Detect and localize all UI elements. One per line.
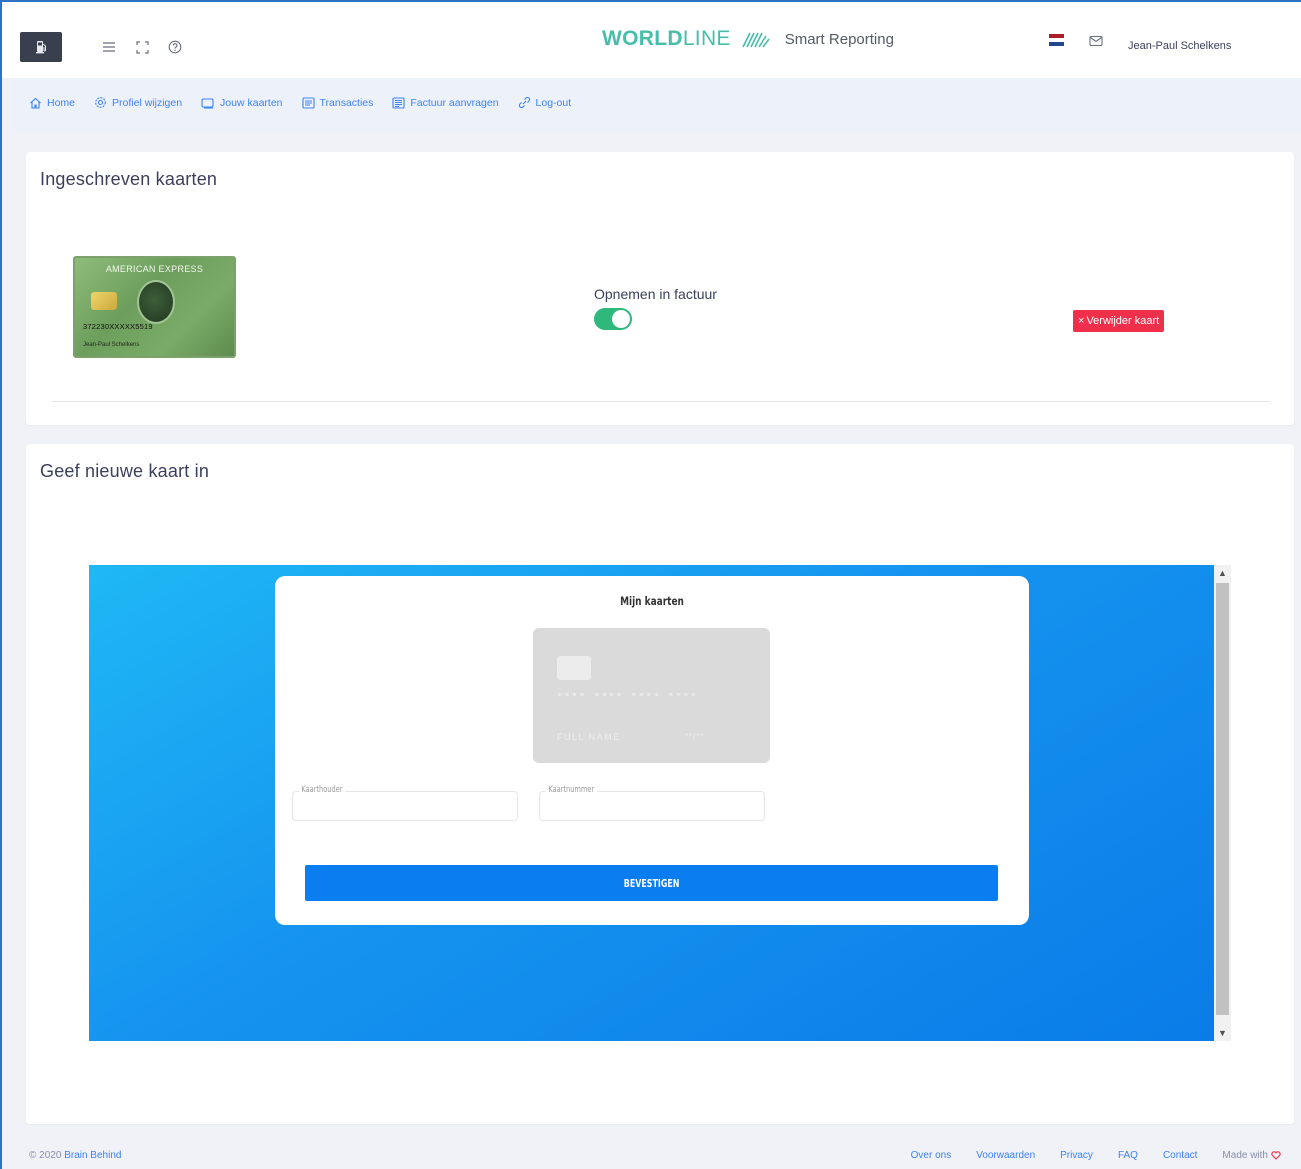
heart-icon <box>1271 1151 1281 1160</box>
card-chip-icon <box>91 292 117 310</box>
flag-stripe-blue <box>1049 42 1064 46</box>
nav-item-label: Jouw kaarten <box>220 96 283 109</box>
form-title: Mijn kaarten <box>620 594 684 608</box>
include-invoice-toggle[interactable] <box>594 308 632 330</box>
footer: © 2020 Brain Behind Over ons Voorwaarden… <box>12 1141 1301 1169</box>
card-icon <box>201 97 214 109</box>
card-preview-expiry: **/** <box>685 732 705 741</box>
mail-icon[interactable] <box>1087 32 1105 50</box>
nav-item-kaarten[interactable]: Jouw kaarten <box>201 96 283 109</box>
home-icon <box>30 97 41 109</box>
nav-item-label: Home <box>47 96 76 109</box>
fuel-pump-icon <box>36 41 46 54</box>
amex-card-image: AMERICAN EXPRESS 372230XXXXX5519 Jean-Pa… <box>73 256 236 358</box>
menu-icon[interactable] <box>100 38 118 56</box>
registered-cards-panel: Ingeschreven kaarten AMERICAN EXPRESS 37… <box>26 152 1294 425</box>
brain-behind-link[interactable]: Brain Behind <box>64 1150 121 1161</box>
card-holder: Jean-Paul Schelkens <box>83 342 140 348</box>
scroll-thumb[interactable] <box>1216 583 1229 1015</box>
card-number: 372230XXXXX5519 <box>83 322 153 331</box>
help-icon[interactable] <box>166 38 184 56</box>
nav-bar: Home Profiel wijzigen Jouw kaarten Trans… <box>12 78 1301 132</box>
nav-item-transacties[interactable]: Transacties <box>301 96 374 109</box>
user-name[interactable]: Jean-Paul Schelkens <box>1128 40 1231 52</box>
copyright: © 2020 Brain Behind <box>29 1150 122 1161</box>
confirm-button[interactable]: BEVESTIGEN <box>305 865 998 901</box>
scroll-up-icon[interactable]: ▲ <box>1214 565 1231 581</box>
footer-links: Over ons Voorwaarden Privacy FAQ Contact… <box>911 1150 1281 1161</box>
panel-title: Ingeschreven kaarten <box>40 169 218 189</box>
confirm-label: BEVESTIGEN <box>623 876 680 890</box>
nav-item-logout[interactable]: Log-out <box>518 96 572 109</box>
brand-logo: WORLDLINE Smart Reporting <box>602 24 894 54</box>
brand-subtitle: Smart Reporting <box>784 30 894 48</box>
divider <box>52 401 1270 402</box>
footer-link-over-ons[interactable]: Over ons <box>911 1150 952 1161</box>
language-flag-icon[interactable] <box>1049 34 1064 46</box>
invoice-icon <box>392 96 405 109</box>
nav-item-label: Factuur aanvragen <box>410 96 499 109</box>
worldline-waves-icon <box>742 32 770 48</box>
footer-link-contact[interactable]: Contact <box>1163 1150 1197 1161</box>
centurion-icon <box>137 280 175 324</box>
nav-item-profiel[interactable]: Profiel wijzigen <box>94 96 182 109</box>
card-number-field: Kaartnummer <box>539 785 765 821</box>
card-form: Mijn kaarten **** **** **** **** FULL NA… <box>275 576 1029 925</box>
card-number-input[interactable] <box>540 792 764 820</box>
card-preview-name: FULL NAME <box>557 732 621 742</box>
nav-item-label: Profiel wijzigen <box>112 96 183 109</box>
card-holder-field: Kaarthouder <box>292 785 518 821</box>
scroll-down-icon[interactable]: ▼ <box>1214 1025 1231 1041</box>
iframe-scrollbar[interactable]: ▲ ▼ <box>1214 565 1231 1041</box>
close-icon: × <box>1078 315 1085 327</box>
card-chip-icon <box>557 656 591 680</box>
nav-item-factuur[interactable]: Factuur aanvragen <box>392 96 499 109</box>
footer-link-faq[interactable]: FAQ <box>1118 1150 1138 1161</box>
card-brand: AMERICAN EXPRESS <box>105 264 204 274</box>
remove-card-label: Verwijder kaart <box>1086 315 1160 327</box>
fullscreen-icon[interactable] <box>133 38 151 56</box>
remove-card-button[interactable]: × Verwijder kaart <box>1073 310 1165 332</box>
made-with: Made with <box>1222 1150 1281 1161</box>
card-preview-number: **** **** **** **** <box>557 692 698 702</box>
nav-item-label: Log-out <box>535 96 572 109</box>
include-invoice-label: Opnemen in factuur <box>594 286 717 302</box>
footer-link-voorwaarden[interactable]: Voorwaarden <box>976 1150 1035 1161</box>
nav-item-label: Transacties <box>319 96 374 109</box>
card-holder-input[interactable] <box>293 792 517 820</box>
main-nav: Home Profiel wijzigen Jouw kaarten Trans… <box>29 96 571 109</box>
nav-item-home[interactable]: Home <box>29 97 75 109</box>
panel-title: Geef nieuwe kaart in <box>40 461 210 481</box>
card-preview: **** **** **** **** FULL NAME **/** <box>533 628 770 763</box>
new-card-panel: Geef nieuwe kaart in Mijn kaarten **** *… <box>26 444 1294 1124</box>
footer-link-privacy[interactable]: Privacy <box>1060 1150 1093 1161</box>
top-header: WORLDLINE Smart Reporting Jean-Paul Sche… <box>2 2 1301 78</box>
list-icon <box>301 96 315 109</box>
payment-iframe: Mijn kaarten **** **** **** **** FULL NA… <box>89 565 1214 1041</box>
logout-icon <box>518 96 530 109</box>
brand-wordmark: WORLDLINE <box>602 27 731 50</box>
gear-icon <box>95 97 106 108</box>
app-logo[interactable] <box>20 32 62 62</box>
